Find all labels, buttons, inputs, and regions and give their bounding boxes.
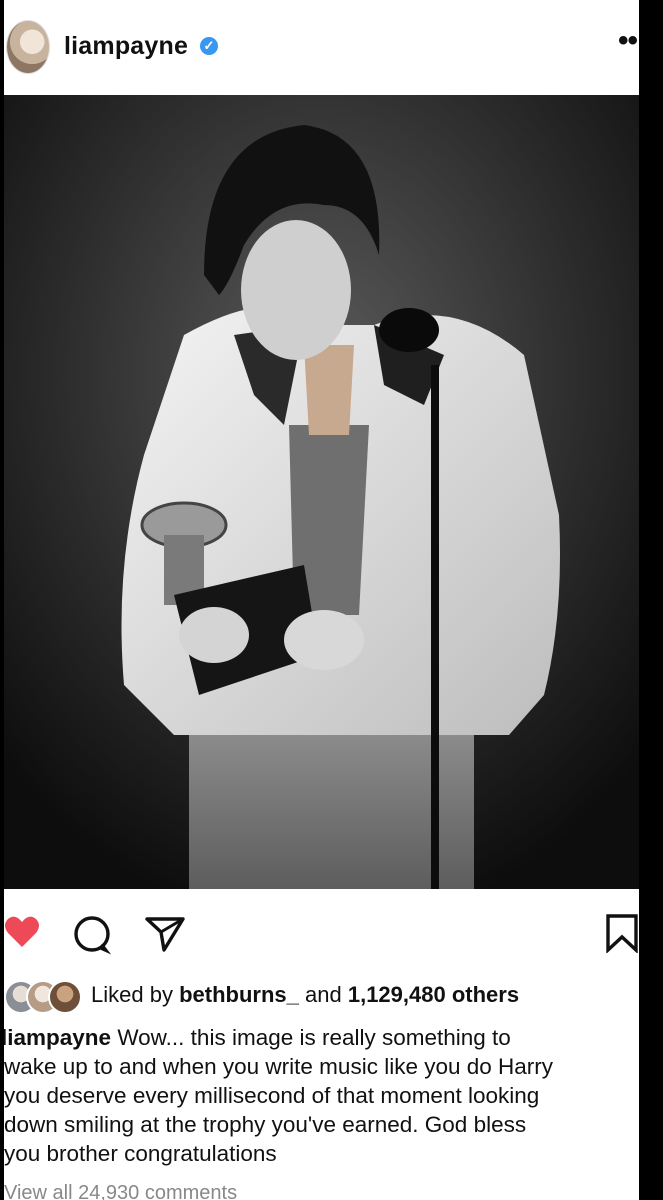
likes-summary[interactable]: Liked by bethburns_ and 1,129,480 others (91, 982, 519, 1008)
caption-author[interactable]: liampayne (4, 1025, 111, 1050)
avatar[interactable] (6, 20, 50, 74)
likes-joiner: and (305, 982, 342, 1007)
likes-count[interactable]: 1,129,480 others (348, 982, 519, 1007)
liker-avatar (48, 980, 82, 1014)
liker-username[interactable]: bethburns_ (179, 982, 299, 1007)
comment-icon[interactable] (72, 915, 112, 960)
view-all-comments-link[interactable]: View all 24,930 comments (4, 1182, 237, 1200)
heart-filled-icon[interactable] (4, 915, 40, 954)
username[interactable]: liampayne (64, 32, 188, 61)
likes-prefix: Liked by (91, 982, 173, 1007)
post-photo[interactable] (4, 95, 639, 889)
likes-row: Liked by bethburns_ and 1,129,480 others (4, 974, 639, 1014)
post-actions (4, 889, 639, 977)
instagram-post: liampayne ✓ •• Liked by bethburns_ and 1… (4, 0, 639, 1200)
verified-badge-icon: ✓ (200, 37, 218, 55)
screen-edge (639, 0, 663, 1200)
post-photo-illustration (4, 95, 639, 889)
bookmark-icon[interactable] (605, 913, 639, 958)
post-caption: liampayne Wow... this image is really so… (4, 1023, 636, 1168)
post-header: liampayne ✓ •• (4, 0, 639, 95)
more-options-icon[interactable]: •• (618, 24, 638, 58)
share-paper-plane-icon[interactable] (144, 915, 186, 958)
